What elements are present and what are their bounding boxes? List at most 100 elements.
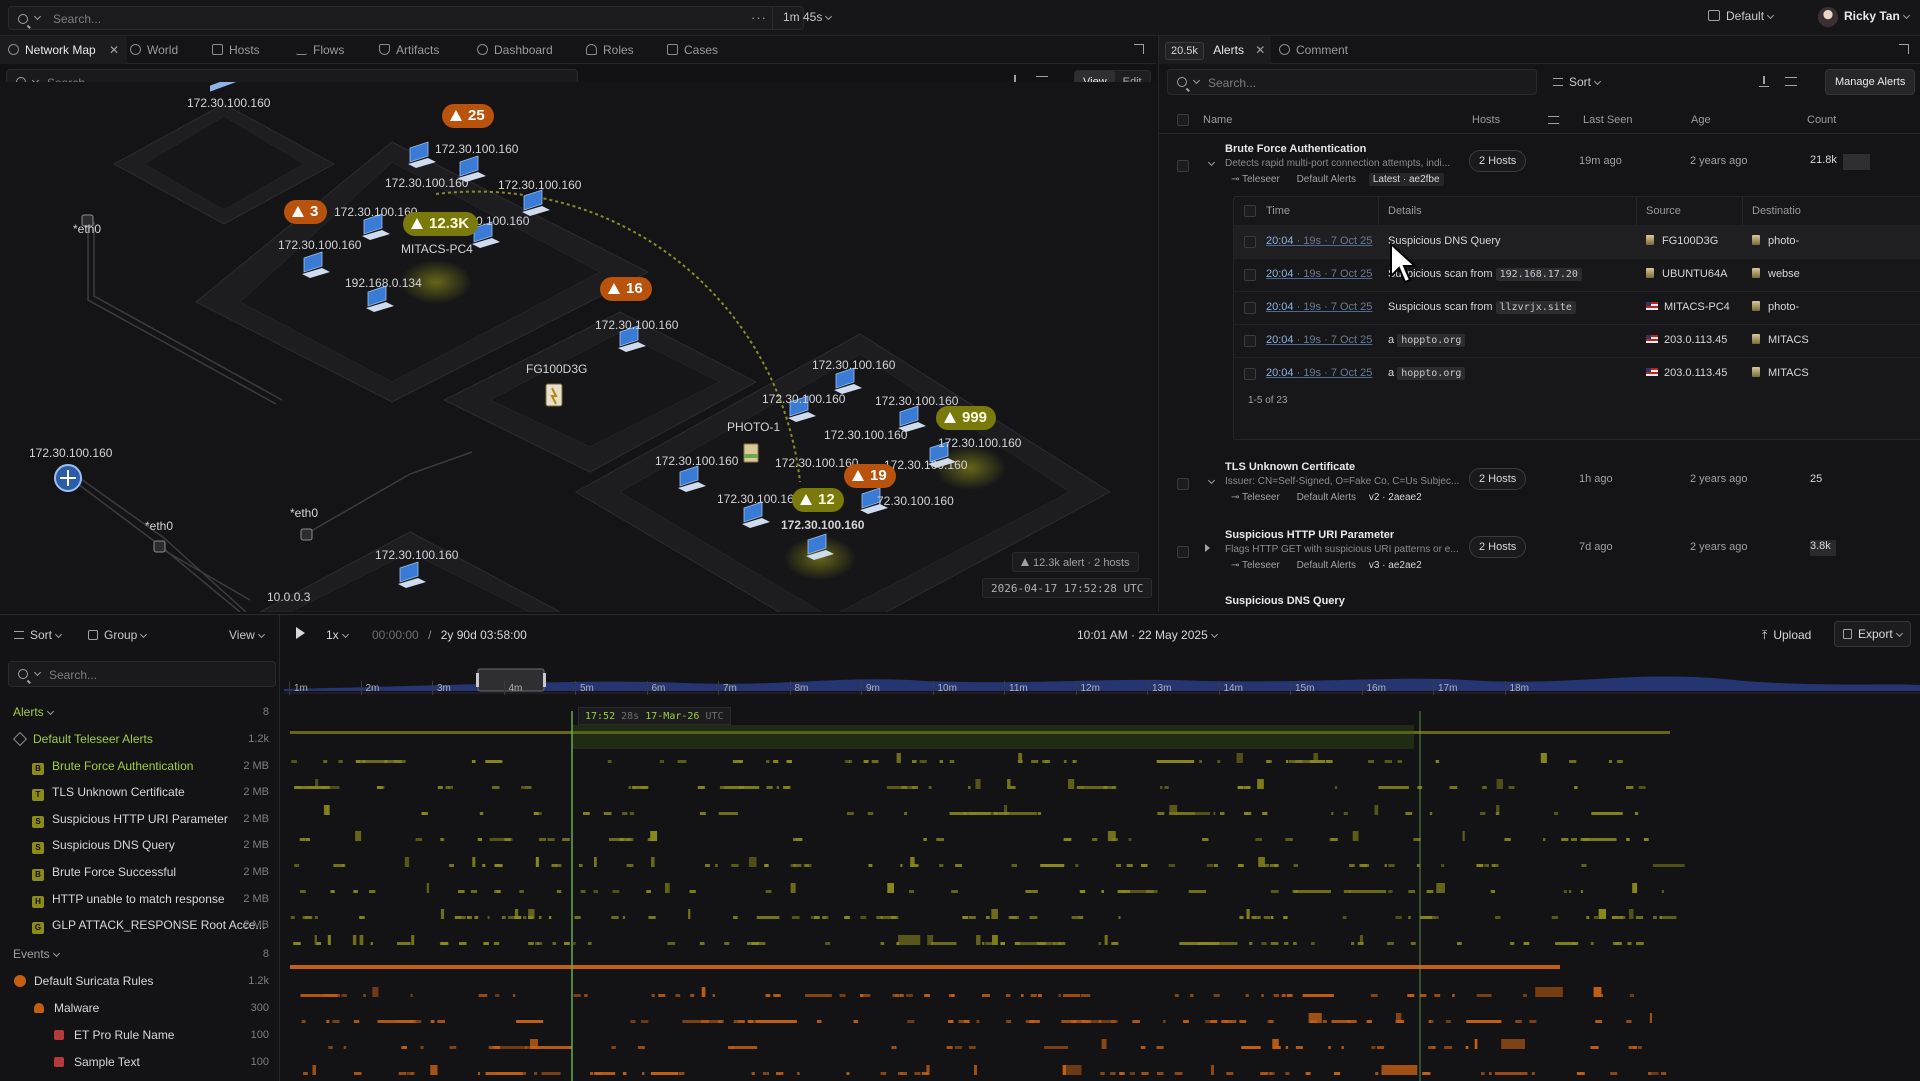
column-header[interactable]: Details	[1388, 205, 1422, 217]
event-destination[interactable]: MITACS	[1752, 334, 1809, 346]
chevron-down-icon[interactable]	[33, 12, 42, 21]
event-source[interactable]: FG100D3G	[1646, 235, 1718, 247]
tab-cases[interactable]: Cases	[667, 36, 718, 64]
tree-item[interactable]: G GLP ATTACK_RESPONSE Root Acce... 2 MB	[0, 912, 280, 938]
user-menu[interactable]: Ricky Tan	[1818, 7, 1910, 27]
download-icon[interactable]	[1759, 76, 1769, 87]
row-checkbox[interactable]	[1244, 269, 1256, 281]
alert-row[interactable]: Suspicious DNS Query	[1159, 588, 1920, 612]
tree-item[interactable]: T TLS Unknown Certificate 2 MB	[0, 779, 280, 805]
event-row[interactable]: 20:04 · 19s · 7 Oct 25 Suspicious scan fr…	[1234, 258, 1920, 291]
event-source[interactable]: 203.0.113.45	[1646, 367, 1727, 379]
tab-hosts[interactable]: Hosts	[212, 36, 260, 64]
tab-network-map[interactable]: Network Map ✕	[0, 36, 128, 64]
tab-alerts[interactable]: 20.5k Alerts ✕	[1159, 36, 1272, 64]
alert-count-badge[interactable]: 999	[936, 406, 997, 430]
tree-item[interactable]: ET Pro Rule Name 100	[0, 1022, 280, 1048]
row-checkbox[interactable]	[1177, 546, 1189, 558]
event-destination[interactable]: photo-	[1752, 235, 1799, 247]
alert-row[interactable]: Suspicious HTTP URI Parameter Flags HTTP…	[1159, 520, 1920, 588]
alert-count-badge[interactable]: 16	[600, 277, 652, 301]
timeline-view-button[interactable]: View	[229, 628, 265, 642]
row-checkbox[interactable]	[1244, 236, 1256, 248]
event-time[interactable]: 20:04 · 19s · 7 Oct 25	[1266, 235, 1372, 247]
play-icon[interactable]	[296, 627, 305, 639]
tree-item[interactable]: H HTTP unable to match response 2 MB	[0, 886, 280, 912]
collapse-icon[interactable]	[1207, 476, 1216, 485]
tree-item[interactable]: S Suspicious DNS Query 2 MB	[0, 832, 280, 858]
manage-alerts-button[interactable]: Manage Alerts	[1825, 69, 1916, 95]
hosts-pill[interactable]: 2 Hosts	[1469, 468, 1527, 490]
tab-dashboard[interactable]: Dashboard	[477, 36, 553, 64]
timeline-search-input[interactable]: Search...	[8, 661, 276, 687]
filter-icon[interactable]	[1785, 77, 1797, 86]
select-all-checkbox[interactable]	[1244, 205, 1256, 217]
event-destination[interactable]: photo-	[1752, 301, 1799, 313]
event-source[interactable]: UBUNTU64A	[1646, 268, 1727, 280]
global-search[interactable]: Search... ···	[8, 6, 804, 30]
row-checkbox[interactable]	[1244, 335, 1256, 347]
alert-row[interactable]: Brute Force Authentication Detects rapid…	[1159, 134, 1920, 452]
datetime-select[interactable]: 10:01 AM · 22 May 2025	[1077, 628, 1218, 642]
column-header[interactable]: Destinatio	[1752, 205, 1801, 217]
event-time[interactable]: 20:04 · 19s · 7 Oct 25	[1266, 301, 1372, 313]
event-source[interactable]: MITACS-PC4	[1646, 301, 1730, 313]
alert-count-badge[interactable]: 12.3K	[403, 212, 479, 236]
tab-artifacts[interactable]: Artifacts	[379, 36, 439, 64]
tab-world[interactable]: World	[130, 36, 178, 64]
hosts-pill[interactable]: 2 Hosts	[1469, 536, 1527, 558]
tree-item[interactable]: Sample Text 100	[0, 1049, 280, 1075]
event-source[interactable]: 203.0.113.45	[1646, 334, 1727, 346]
event-destination[interactable]: webse	[1752, 268, 1800, 280]
tree-item[interactable]: S Suspicious HTTP URI Parameter 2 MB	[0, 806, 280, 832]
timeline-tracks[interactable]	[284, 645, 1920, 1081]
row-checkbox[interactable]	[1244, 368, 1256, 380]
column-header[interactable]: Count	[1807, 114, 1836, 126]
select-all-checkbox[interactable]	[1177, 114, 1189, 126]
tree-item[interactable]: Default Suricata Rules 1.2k	[0, 968, 280, 994]
event-time[interactable]: 20:04 · 19s · 7 Oct 25	[1266, 268, 1372, 280]
column-header[interactable]: Time	[1266, 205, 1290, 217]
event-row[interactable]: 20:04 · 19s · 7 Oct 25 Suspicious scan fr…	[1234, 291, 1920, 324]
alerts-search-input[interactable]: Search...	[1167, 69, 1537, 95]
tree-item[interactable]: B Brute Force Successful 2 MB	[0, 859, 280, 885]
row-checkbox[interactable]	[1177, 478, 1189, 490]
event-row[interactable]: 20:04 · 19s · 7 Oct 25 a hoppto.org 203.0.…	[1234, 324, 1920, 357]
group-header-alerts[interactable]: Alerts 8	[0, 699, 280, 725]
speed-select[interactable]: 1x	[326, 628, 349, 642]
upload-button[interactable]: ⤒ Upload	[1762, 628, 1811, 643]
timeline-sort-button[interactable]: Sort	[14, 628, 63, 642]
expand-icon[interactable]	[1134, 44, 1144, 54]
alert-count-badge[interactable]: 25	[442, 104, 494, 128]
close-icon[interactable]: ✕	[1255, 43, 1265, 57]
event-time[interactable]: 20:04 · 19s · 7 Oct 25	[1266, 334, 1372, 346]
alert-row[interactable]: TLS Unknown Certificate Issuer: CN=Self-…	[1159, 452, 1920, 520]
layout-select[interactable]: Default	[1708, 9, 1775, 23]
expand-row-icon[interactable]	[1205, 544, 1210, 552]
timeline-group-button[interactable]: Group	[88, 628, 148, 642]
brush-handle[interactable]	[543, 673, 546, 687]
expand-icon[interactable]	[1899, 44, 1909, 54]
tree-item[interactable]: Default Teleseer Alerts 1.2k	[0, 726, 280, 752]
event-row[interactable]: 20:04 · 19s · 7 Oct 25 a hoppto.org 203.0.…	[1234, 357, 1920, 390]
network-map-canvas[interactable]: 172.30.100.160 172.30.100.160 172.30.100…	[0, 82, 1156, 612]
tab-comment[interactable]: Comment	[1279, 36, 1348, 64]
event-time[interactable]: 20:04 · 19s · 7 Oct 25	[1266, 367, 1372, 379]
tree-item[interactable]: Malware 300	[0, 995, 280, 1021]
event-row[interactable]: 20:04 · 19s · 7 Oct 25 Suspicious DNS Que…	[1234, 225, 1920, 258]
row-checkbox[interactable]	[1177, 160, 1189, 172]
column-header[interactable]: Last Seen	[1583, 114, 1633, 126]
column-header[interactable]: Hosts	[1472, 114, 1500, 126]
brush-handle[interactable]	[476, 673, 479, 687]
time-range-select[interactable]: 1m 45s	[772, 6, 841, 30]
column-header[interactable]: Source	[1646, 205, 1681, 217]
alert-count-badge[interactable]: 3	[284, 200, 328, 224]
close-icon[interactable]: ✕	[109, 43, 119, 57]
sort-button[interactable]: Sort	[1553, 75, 1602, 89]
collapse-icon[interactable]	[1207, 158, 1216, 167]
hosts-pill[interactable]: 2 Hosts	[1469, 150, 1527, 172]
alert-count-badge[interactable]: 19	[844, 464, 896, 488]
group-header-events[interactable]: Events 8	[0, 941, 280, 967]
column-menu-icon[interactable]	[1548, 116, 1559, 124]
row-checkbox[interactable]	[1244, 302, 1256, 314]
